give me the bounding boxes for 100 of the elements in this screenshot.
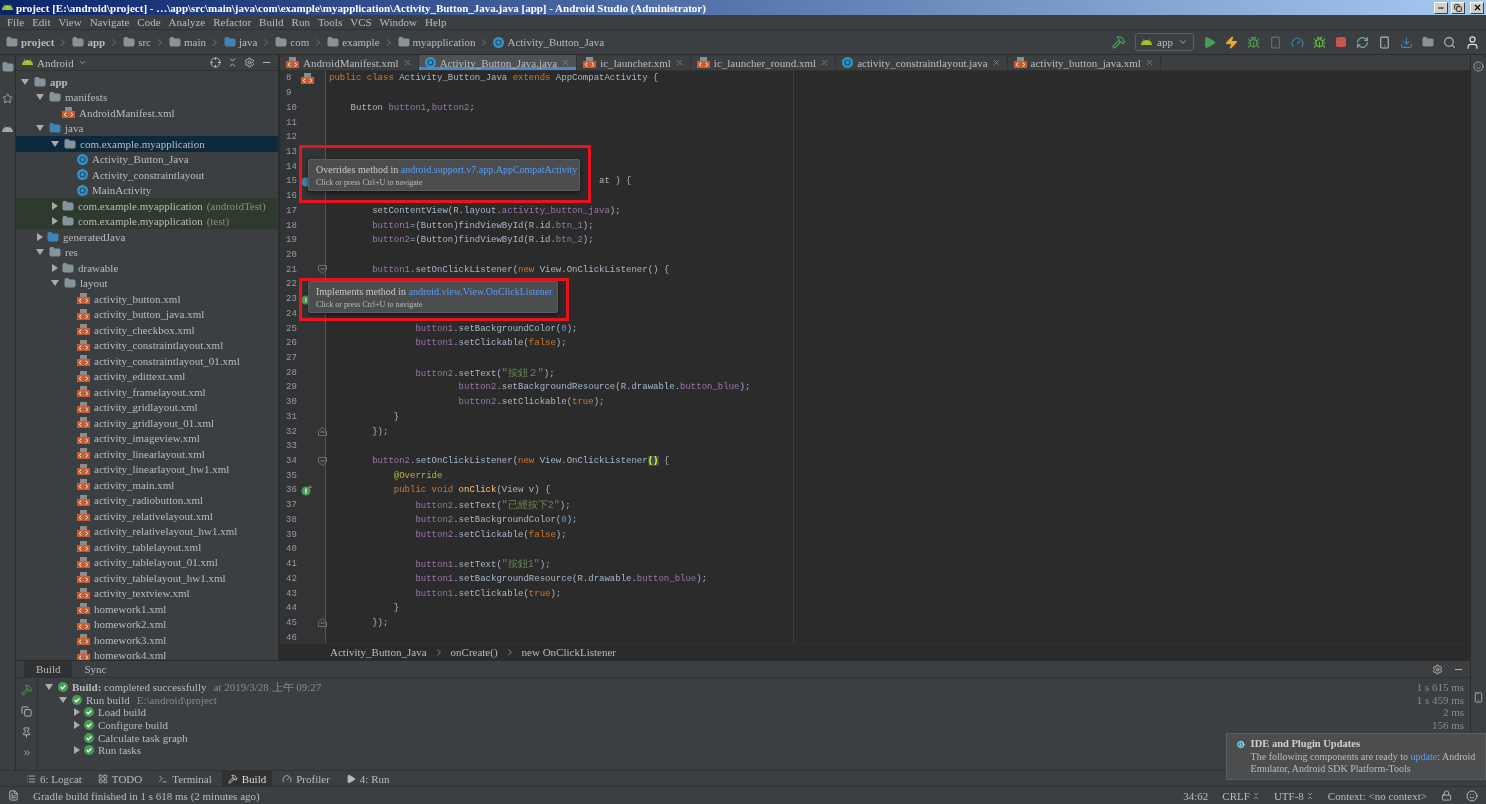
line-number: 26 — [285, 338, 298, 349]
line-number: 13 — [285, 146, 298, 157]
tree-item[interactable]: activity_textview.xml — [16, 585, 278, 601]
tree-item[interactable]: activity_linearlayout_hw1.xml — [16, 461, 278, 477]
line-number: 34 — [285, 456, 298, 467]
build-tree-item[interactable]: Calculate task graph — [38, 731, 188, 744]
tree-item[interactable]: res — [16, 244, 278, 260]
breadcrumb[interactable]: Activity_Button_Java — [493, 36, 604, 48]
project-view-dropdown[interactable]: Android — [22, 56, 204, 69]
breadcrumb[interactable]: com — [275, 36, 310, 48]
breadcrumb[interactable]: new OnClickListener — [521, 646, 616, 658]
tree-item[interactable]: Activity_constraintlayout — [16, 167, 278, 183]
tree-item[interactable]: activity_imageview.xml — [16, 430, 278, 446]
tool-window-tab[interactable]: TODO — [91, 771, 149, 786]
line-number: 14 — [285, 161, 298, 172]
menu-item[interactable]: Run — [287, 16, 314, 28]
tree-item[interactable]: activity_relativelayout.xml — [16, 508, 278, 524]
panel-tab[interactable]: Build — [24, 661, 73, 677]
hint-subtext: Click or press Ctrl+U to navigate — [316, 178, 424, 187]
tree-item[interactable]: activity_tablelayout_hw1.xml — [16, 570, 278, 586]
tree-item[interactable]: activity_checkbox.xml — [16, 322, 278, 338]
tree-item[interactable]: layout — [16, 275, 278, 291]
tool-window-tab[interactable]: Profiler — [276, 771, 336, 786]
code-line: button2.setBackgroundColor(0); — [414, 514, 578, 525]
menu-item[interactable]: Refactor — [209, 16, 256, 28]
encoding-selector[interactable]: UTF-8 — [1273, 789, 1314, 802]
breadcrumb[interactable]: myapplication — [397, 36, 476, 48]
tree-item[interactable]: activity_framelayout.xml — [16, 384, 278, 400]
tree-item[interactable]: com.example.myapplication — [16, 136, 278, 152]
tree-item[interactable]: activity_linearlayout.xml — [16, 446, 278, 462]
hint-link[interactable]: android.support.v7.app.AppCompatActivity — [400, 164, 578, 175]
menu-item[interactable]: Window — [375, 16, 422, 28]
breadcrumb[interactable]: Activity_Button_Java — [330, 646, 427, 658]
tool-window-tab[interactable]: Terminal — [152, 771, 218, 786]
tree-item[interactable]: activity_edittext.xml — [16, 368, 278, 384]
tree-item[interactable]: activity_gridlayout_01.xml — [16, 415, 278, 431]
tree-item[interactable]: AndroidManifest.xml — [16, 105, 278, 121]
build-tree-item[interactable]: Build: completed successfully at 2019/3/28 上午 09:27 — [38, 679, 322, 695]
line-number: 25 — [285, 323, 298, 334]
menu-item[interactable]: Edit — [28, 16, 55, 28]
menu-item[interactable]: VCS — [346, 16, 376, 28]
tree-item[interactable]: homework2.xml — [16, 616, 278, 632]
panel-tab[interactable]: Sync — [72, 661, 119, 677]
tree-item[interactable]: Activity_Button_Java — [16, 151, 278, 167]
code-line: setContentView(R.layout.activity_button_java); — [371, 205, 621, 216]
line-number: 22 — [285, 279, 298, 290]
caret-position[interactable]: 34:62 — [1183, 789, 1209, 802]
tree-item[interactable]: homework1.xml — [16, 601, 278, 617]
code-line: button1.setOnClickListener(new View.OnClickListener() { — [371, 264, 670, 275]
build-tree-item[interactable]: Run build E:\android\project — [38, 693, 217, 706]
menu-item[interactable]: File — [3, 16, 29, 28]
tree-item[interactable]: activity_gridlayout.xml — [16, 399, 278, 415]
menu-item[interactable]: Analyze — [164, 16, 210, 28]
menu-item[interactable]: Build — [255, 16, 288, 28]
breadcrumb[interactable]: app — [72, 36, 106, 48]
hint-link[interactable]: android.view.View.OnClickListener — [408, 286, 553, 297]
line-number: 37 — [285, 500, 298, 511]
line-number: 11 — [285, 117, 298, 128]
tree-item[interactable]: activity_tablelayout.xml — [16, 539, 278, 555]
breadcrumb[interactable]: example — [327, 36, 380, 48]
tree-item[interactable]: com.example.myapplication (androidTest) — [16, 198, 278, 214]
menu-item[interactable]: Help — [421, 16, 451, 28]
tool-window-tab[interactable]: 4: Run — [339, 771, 396, 786]
tree-item[interactable]: activity_relativelayout_hw1.xml — [16, 523, 278, 539]
tree-item[interactable]: activity_button.xml — [16, 291, 278, 307]
line-number: 18 — [285, 220, 298, 231]
line-number: 24 — [285, 308, 298, 319]
tree-item[interactable]: homework4.xml — [16, 647, 278, 660]
tree-item[interactable]: activity_radiobutton.xml — [16, 492, 278, 508]
menu-item[interactable]: View — [54, 16, 86, 28]
line-number: 39 — [285, 529, 298, 540]
tool-window-tab[interactable]: Build — [221, 771, 273, 786]
breadcrumb[interactable]: src — [123, 36, 151, 48]
tool-window-tab[interactable]: 6: Logcat — [20, 771, 88, 786]
breadcrumb[interactable]: onCreate() — [450, 646, 498, 658]
run-config-dropdown[interactable]: app — [1135, 33, 1194, 51]
tree-item[interactable]: activity_button_java.xml — [16, 306, 278, 322]
tree-item[interactable]: app — [16, 74, 278, 90]
tree-item[interactable]: generatedJava — [16, 229, 278, 245]
breadcrumb[interactable]: project — [6, 36, 55, 48]
tree-item[interactable]: activity_tablelayout_01.xml — [16, 554, 278, 570]
tree-item[interactable]: manifests — [16, 89, 278, 105]
tree-item[interactable]: MainActivity — [16, 182, 278, 198]
line-number: 15 — [285, 176, 298, 187]
tree-item[interactable]: drawable — [16, 260, 278, 276]
breadcrumb[interactable]: main — [169, 36, 206, 48]
menu-item[interactable]: Tools — [313, 16, 347, 28]
tree-item[interactable]: homework3.xml — [16, 632, 278, 648]
editor-tab[interactable]: Activity_Button_Java.java — [418, 55, 578, 70]
menu-item[interactable]: Code — [133, 16, 165, 28]
code-line: button2.setOnClickListener(new View.OnClickListener() { — [371, 456, 670, 467]
code-line: button2=(Button)findViewById(R.id.btn_2); — [371, 235, 594, 246]
line-separator-selector[interactable]: CRLF — [1222, 789, 1260, 802]
menu-item[interactable]: Navigate — [85, 16, 134, 28]
tree-item[interactable]: activity_constraintlayout_01.xml — [16, 353, 278, 369]
build-tree-item[interactable]: Run tasks — [38, 744, 142, 757]
breadcrumb[interactable]: java — [224, 36, 258, 48]
tree-item[interactable]: activity_constraintlayout.xml — [16, 337, 278, 353]
tree-item[interactable]: activity_main.xml — [16, 477, 278, 493]
context-indicator[interactable]: Context: <no context> — [1327, 789, 1427, 802]
